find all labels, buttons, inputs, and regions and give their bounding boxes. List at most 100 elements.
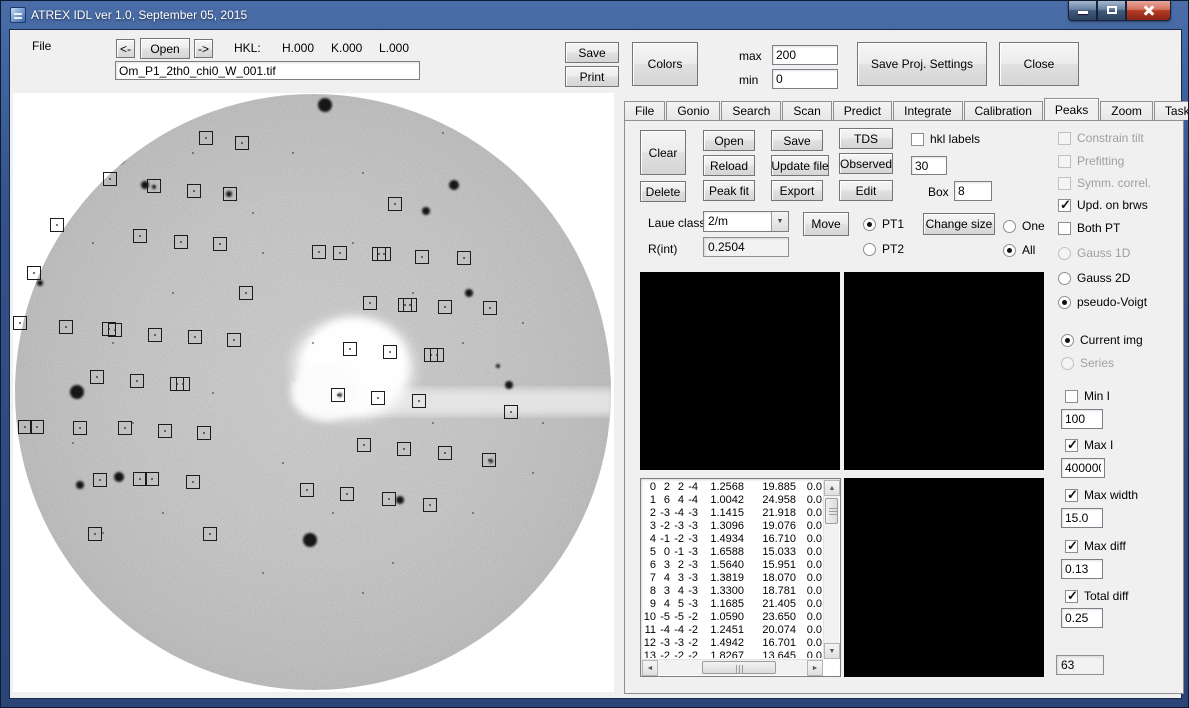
series-radio[interactable]: Series [1061, 356, 1114, 370]
gauss-1d-radio[interactable]: Gauss 1D [1058, 246, 1130, 260]
tab-task-list[interactable]: Task List [1154, 101, 1189, 120]
peak-list[interactable]: 022-41.256819.8850.0164-41.004224.9580.0… [640, 478, 841, 677]
save-proj-settings-button[interactable]: Save Proj. Settings [857, 42, 987, 86]
next-image-button[interactable]: -> [194, 39, 213, 58]
max-diff-checkbox[interactable]: Max diff [1065, 539, 1126, 553]
peak-list-row[interactable]: 2-3-4-31.141521.9180.0 [643, 507, 822, 520]
peak-fit-button[interactable]: Peak fit [703, 180, 755, 201]
menu-file[interactable]: File [32, 39, 51, 53]
open-image-button[interactable]: Open [140, 38, 190, 59]
prefitting-checkbox[interactable]: Prefitting [1058, 154, 1124, 168]
observed-button[interactable]: Observed [839, 153, 893, 174]
tab-search[interactable]: Search [721, 101, 781, 120]
delete-button[interactable]: Delete [640, 181, 686, 202]
gauss-2d-radio[interactable]: Gauss 2D [1058, 271, 1130, 285]
peak-list-row[interactable]: 12-3-3-21.494216.7010.0 [643, 637, 822, 650]
peak-list-row[interactable]: 3-2-3-31.309619.0760.0 [643, 520, 822, 533]
peak-list-row[interactable]: 632-31.564015.9510.0 [643, 559, 822, 572]
colors-button[interactable]: Colors [632, 42, 698, 86]
total-diff-input[interactable] [1061, 608, 1103, 628]
peak-list-row[interactable]: 022-41.256819.8850.0 [643, 481, 822, 494]
peak-list-row[interactable]: 50-1-31.658815.0330.0 [643, 546, 822, 559]
min-input[interactable] [772, 69, 838, 89]
tab-scan[interactable]: Scan [782, 101, 831, 120]
total-diff-checkbox[interactable]: Total diff [1065, 589, 1128, 603]
filename-input[interactable] [115, 61, 420, 80]
max-i-input[interactable] [1061, 458, 1105, 478]
peak-list-row[interactable]: 11-4-4-21.245120.0740.0 [643, 624, 822, 637]
radio-icon [863, 243, 876, 256]
tab-gonio[interactable]: Gonio [666, 101, 720, 120]
prev-image-button[interactable]: <- [116, 39, 135, 58]
edit-button[interactable]: Edit [839, 180, 893, 201]
close-app-button[interactable]: Close [999, 42, 1079, 86]
diffraction-image[interactable] [13, 93, 614, 692]
change-size-button[interactable]: Change size [923, 213, 995, 235]
scroll-left-icon[interactable]: ◄ [642, 660, 658, 676]
laue-class-select[interactable]: 2/m ▼ [703, 211, 789, 232]
max-i-checkbox[interactable]: Max I [1065, 438, 1113, 452]
radio-icon [863, 218, 876, 231]
pt1-radio[interactable]: PT1 [863, 217, 904, 231]
one-radio[interactable]: One [1003, 219, 1045, 233]
both-pt-checkbox[interactable]: Both PT [1058, 221, 1120, 235]
clear-button[interactable]: Clear [640, 130, 686, 175]
max-input[interactable] [772, 45, 838, 65]
peak-marker-dot [153, 185, 155, 187]
open-peaks-button[interactable]: Open [703, 130, 755, 151]
scroll-right-icon[interactable]: ► [807, 660, 823, 676]
move-button[interactable]: Move [803, 212, 849, 236]
tab-file[interactable]: File [624, 101, 665, 120]
peak-list-row[interactable]: 945-31.168521.4050.0 [643, 598, 822, 611]
pseudo-voigt-radio[interactable]: pseudo-Voigt [1058, 295, 1147, 309]
peak-list-row[interactable]: 743-31.381918.0700.0 [643, 572, 822, 585]
tab-peaks[interactable]: Peaks [1044, 98, 1099, 120]
scroll-up-icon[interactable]: ▲ [824, 480, 840, 496]
tab-calibration[interactable]: Calibration [964, 101, 1043, 120]
update-file-button[interactable]: Update file [771, 155, 829, 176]
peak-list-row[interactable]: 4-1-2-31.493416.7100.0 [643, 533, 822, 546]
hscroll-thumb[interactable] [702, 661, 776, 674]
pt2-radio[interactable]: PT2 [863, 242, 904, 256]
tab-zoom[interactable]: Zoom [1100, 101, 1153, 120]
minimize-button[interactable] [1068, 1, 1097, 21]
vertical-scrollbar[interactable]: ▲ ▼ [823, 480, 839, 659]
scroll-down-icon[interactable]: ▼ [824, 643, 840, 659]
rint-label: R(int) [648, 242, 677, 256]
threshold-input[interactable] [911, 156, 947, 175]
save-peaks-button[interactable]: Save [771, 130, 823, 151]
diffraction-image-panel[interactable] [13, 93, 614, 692]
reload-button[interactable]: Reload [703, 155, 755, 176]
peak-list-row[interactable]: 13-2-2-21.826713.6450.0 [643, 650, 822, 658]
max-width-checkbox[interactable]: Max width [1065, 488, 1138, 502]
all-radio[interactable]: All [1003, 243, 1035, 257]
tab-integrate[interactable]: Integrate [893, 101, 962, 120]
peak-list-row[interactable]: 834-31.330018.7810.0 [643, 585, 822, 598]
close-button[interactable] [1126, 1, 1171, 21]
box-input[interactable] [954, 181, 992, 201]
export-button[interactable]: Export [771, 180, 823, 201]
peak-list-row[interactable]: 10-5-5-21.059023.6500.0 [643, 611, 822, 624]
hkl-labels-checkbox[interactable]: hkl labels [911, 132, 980, 146]
max-width-input[interactable] [1061, 508, 1103, 528]
peak-list-row[interactable]: 164-41.004224.9580.0 [643, 494, 822, 507]
peak-preview-panel-3[interactable] [844, 478, 1044, 677]
print-button[interactable]: Print [565, 66, 619, 87]
maximize-button[interactable] [1097, 1, 1126, 21]
save-image-button[interactable]: Save [565, 42, 619, 63]
min-i-checkbox[interactable]: Min I [1065, 389, 1110, 403]
chevron-down-icon[interactable]: ▼ [771, 212, 788, 231]
max-diff-input[interactable] [1061, 559, 1103, 579]
min-i-input[interactable] [1061, 409, 1103, 429]
title-bar[interactable]: ATREX IDL ver 1.0, September 05, 2015 [1, 1, 1188, 29]
peak-preview-panel-1[interactable] [640, 272, 840, 470]
symm-correl-checkbox[interactable]: Symm. correl. [1058, 176, 1151, 190]
upd-on-brws-checkbox[interactable]: Upd. on brws [1058, 198, 1148, 212]
peak-preview-panel-2[interactable] [844, 272, 1044, 470]
constrain-tilt-checkbox[interactable]: Constrain tilt [1058, 131, 1144, 145]
tab-predict[interactable]: Predict [833, 101, 892, 120]
tds-button[interactable]: TDS [839, 128, 893, 149]
horizontal-scrollbar[interactable]: ◄ ► [642, 659, 823, 675]
current-img-radio[interactable]: Current img [1061, 333, 1143, 347]
vscroll-thumb[interactable] [825, 498, 838, 524]
